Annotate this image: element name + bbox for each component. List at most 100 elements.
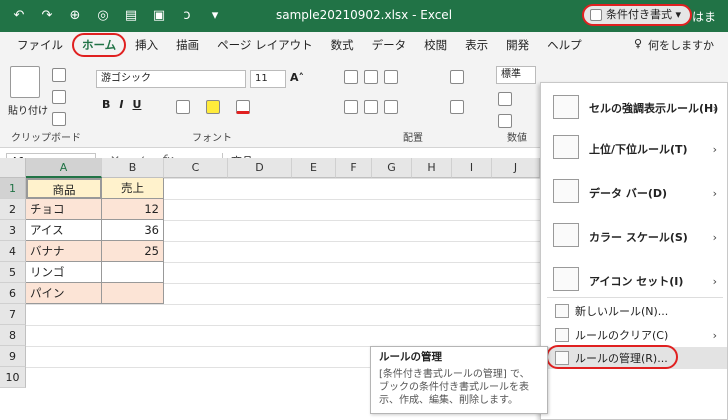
tab-view[interactable]: 表示: [456, 32, 497, 58]
tooltip-body: [条件付き書式ルールの管理] で、ブックの条件付き書式ルールを表示、作成、編集、…: [379, 369, 530, 406]
row-header-2[interactable]: 2: [0, 199, 26, 220]
cell-b2[interactable]: 12: [102, 199, 164, 220]
select-all-corner[interactable]: [0, 158, 26, 178]
ribbon-tabs: ファイル ホーム 挿入 描画 ページ レイアウト 数式 データ 校閲 表示 開発…: [0, 32, 728, 58]
underline-button[interactable]: U: [132, 98, 141, 111]
col-header-i[interactable]: I: [452, 158, 492, 178]
bold-button[interactable]: B: [102, 98, 110, 111]
col-header-j[interactable]: J: [492, 158, 540, 178]
col-header-a[interactable]: A: [26, 158, 102, 178]
copy-icon[interactable]: [52, 90, 66, 104]
color-scales-icon: [553, 223, 579, 247]
font-name-select[interactable]: 游ゴシック: [96, 70, 246, 88]
cell-a4[interactable]: バナナ: [26, 241, 102, 262]
conditional-formatting-icon: [590, 9, 602, 21]
font-label: フォント: [192, 133, 232, 144]
row-header-7[interactable]: 7: [0, 304, 26, 325]
col-header-h[interactable]: H: [412, 158, 452, 178]
borders-icon[interactable]: [176, 100, 190, 114]
row-header-10[interactable]: 10: [0, 367, 26, 388]
font-color-icon[interactable]: [236, 100, 250, 114]
cell-b3[interactable]: 36: [102, 220, 164, 241]
col-header-b[interactable]: B: [102, 158, 164, 178]
fill-color-icon[interactable]: [206, 100, 220, 114]
chevron-right-icon: ›: [712, 142, 717, 156]
menu-item-highlight-rules[interactable]: セルの強調表示ルール(H) ›: [541, 91, 727, 125]
align-right-icon[interactable]: [384, 100, 398, 114]
grow-font-icon[interactable]: A˄: [290, 71, 304, 84]
align-left-icon[interactable]: [344, 100, 358, 114]
col-header-d[interactable]: D: [228, 158, 292, 178]
decimal-icon[interactable]: [498, 114, 512, 128]
cell-b6[interactable]: [102, 283, 164, 304]
chevron-right-icon: ›: [712, 186, 717, 200]
paste-icon[interactable]: [10, 66, 40, 98]
menu-label: セルの強調表示ルール(H): [589, 102, 719, 115]
menu-item-clear-rules[interactable]: ルールのクリア(C) ›: [541, 325, 727, 345]
currency-icon[interactable]: [498, 92, 512, 106]
align-middle-icon[interactable]: [364, 70, 378, 84]
tab-insert[interactable]: 挿入: [126, 32, 167, 58]
align-top-icon[interactable]: [344, 70, 358, 84]
tab-data[interactable]: データ: [363, 32, 416, 58]
tab-help[interactable]: ヘルプ: [538, 32, 591, 58]
font-style-buttons: B I U: [102, 98, 141, 111]
tell-me-box[interactable]: ♀ 何をしますか: [634, 37, 714, 53]
tab-draw[interactable]: 描画: [167, 32, 208, 58]
cell-a3[interactable]: アイス: [26, 220, 102, 241]
chevron-right-icon: ›: [712, 101, 717, 115]
tab-home[interactable]: ホーム: [72, 33, 127, 57]
menu-label: 上位/下位ルール(T): [589, 143, 688, 156]
row-header-9[interactable]: 9: [0, 346, 26, 367]
top-bottom-icon: [553, 135, 579, 159]
cell-a1[interactable]: 商品: [26, 178, 102, 199]
tab-page-layout[interactable]: ページ レイアウト: [208, 32, 321, 58]
cell-a5[interactable]: リンゴ: [26, 262, 102, 283]
tab-file[interactable]: ファイル: [8, 32, 72, 58]
tooltip-title: ルールの管理: [379, 351, 442, 363]
menu-item-new-rule[interactable]: 新しいルール(N)...: [541, 301, 727, 321]
menu-item-color-scales[interactable]: カラー スケール(S) ›: [541, 217, 727, 257]
col-header-g[interactable]: G: [372, 158, 412, 178]
conditional-formatting-button[interactable]: 条件付き書式 ▾: [582, 4, 692, 26]
row-header-3[interactable]: 3: [0, 220, 26, 241]
menu-item-data-bars[interactable]: データ バー(D) ›: [541, 173, 727, 213]
tab-developer[interactable]: 開発: [497, 32, 538, 58]
icon-sets-icon: [553, 267, 579, 291]
row-header-8[interactable]: 8: [0, 325, 26, 346]
row-header-6[interactable]: 6: [0, 283, 26, 304]
highlight-rules-icon: [553, 95, 579, 119]
cell-b5[interactable]: [102, 262, 164, 283]
number-format-select[interactable]: 標準: [496, 66, 536, 84]
clear-rules-icon: [555, 328, 569, 342]
tab-formulas[interactable]: 数式: [322, 32, 363, 58]
chevron-right-icon: ›: [712, 230, 717, 244]
col-header-e[interactable]: E: [292, 158, 336, 178]
empty-cells-lower[interactable]: [26, 304, 164, 388]
clipboard-group: 貼り付け クリップボード: [6, 62, 86, 146]
row-header-1[interactable]: 1: [0, 178, 26, 199]
align-bottom-icon[interactable]: [384, 70, 398, 84]
italic-button[interactable]: I: [119, 98, 123, 111]
menu-label: アイコン セット(I): [589, 275, 684, 288]
tab-review[interactable]: 校閲: [415, 32, 456, 58]
number-group: 標準 数値: [494, 62, 540, 146]
align-center-icon[interactable]: [364, 100, 378, 114]
user-name[interactable]: はま: [692, 8, 716, 25]
col-header-c[interactable]: C: [164, 158, 228, 178]
cell-b4[interactable]: 25: [102, 241, 164, 262]
wrap-text-icon[interactable]: [450, 70, 464, 84]
format-painter-icon[interactable]: [52, 112, 66, 126]
merge-icon[interactable]: [450, 100, 464, 114]
row-header-4[interactable]: 4: [0, 241, 26, 262]
cell-a6[interactable]: パイン: [26, 283, 102, 304]
cell-b1[interactable]: 売上: [102, 178, 164, 199]
col-header-f[interactable]: F: [336, 158, 372, 178]
paste-label[interactable]: 貼り付け: [8, 102, 48, 117]
menu-item-icon-sets[interactable]: アイコン セット(I) ›: [541, 261, 727, 301]
cut-icon[interactable]: [52, 68, 66, 82]
cell-a2[interactable]: チョコ: [26, 199, 102, 220]
font-size-select[interactable]: 11: [250, 70, 286, 88]
menu-item-top-bottom[interactable]: 上位/下位ルール(T) ›: [541, 129, 727, 169]
row-header-5[interactable]: 5: [0, 262, 26, 283]
